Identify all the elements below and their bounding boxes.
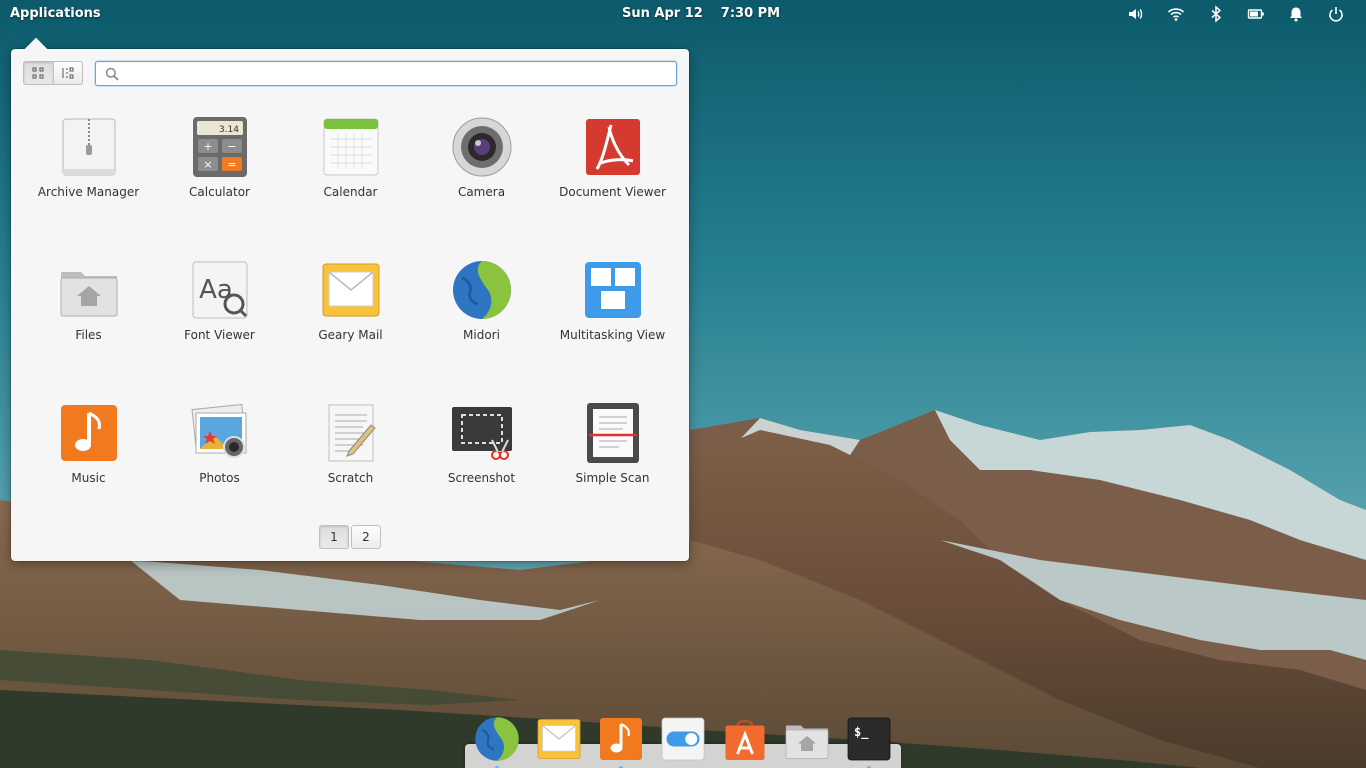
app-label: Scratch bbox=[327, 471, 374, 485]
calendar-icon bbox=[319, 115, 383, 179]
app-font-viewer[interactable]: Aa Font Viewer bbox=[154, 252, 285, 395]
grid-view-button[interactable] bbox=[24, 62, 53, 84]
app-label: Music bbox=[71, 471, 106, 485]
app-label: Archive Manager bbox=[37, 185, 140, 199]
svg-text:+: + bbox=[203, 140, 212, 153]
geary-mail-icon bbox=[319, 258, 383, 322]
dock: $_ bbox=[465, 711, 901, 768]
app-label: Midori bbox=[463, 328, 500, 342]
files-icon bbox=[785, 725, 829, 759]
page-2-button[interactable]: 2 bbox=[351, 525, 381, 549]
app-camera[interactable]: Camera bbox=[416, 109, 547, 252]
dock-item-files[interactable] bbox=[783, 715, 831, 763]
notifications-icon bbox=[1290, 7, 1302, 22]
appcenter-icon bbox=[725, 719, 765, 760]
app-label: Geary Mail bbox=[318, 328, 383, 342]
app-calendar[interactable]: Calendar bbox=[285, 109, 416, 252]
midori-icon bbox=[450, 258, 514, 322]
font-viewer-glyph: Aa bbox=[199, 275, 233, 305]
svg-text:−: − bbox=[227, 140, 236, 153]
app-scratch[interactable]: Scratch bbox=[285, 395, 416, 538]
app-multitasking-view[interactable]: Multitasking View bbox=[547, 252, 678, 395]
app-files[interactable]: Files bbox=[23, 252, 154, 395]
network-indicator[interactable] bbox=[1156, 4, 1196, 24]
calculator-display: 3.14 bbox=[218, 125, 238, 135]
top-panel: Applications Sun Apr 12 7:30 PM bbox=[0, 0, 1366, 28]
app-label: Calendar bbox=[323, 185, 378, 199]
archive-manager-icon bbox=[57, 115, 121, 179]
simple-scan-icon bbox=[581, 401, 645, 465]
volume-indicator[interactable] bbox=[1116, 4, 1156, 24]
power-icon bbox=[1329, 7, 1343, 22]
app-label: Photos bbox=[199, 471, 240, 485]
app-photos[interactable]: Photos bbox=[154, 395, 285, 538]
applications-menu: Archive Manager 3.14 + − × = Calculator Cale… bbox=[11, 37, 689, 561]
dock-item-music[interactable] bbox=[597, 715, 645, 768]
category-view-button[interactable] bbox=[52, 62, 82, 84]
clock-time: 7:30 PM bbox=[720, 6, 781, 21]
svg-text:×: × bbox=[203, 158, 212, 171]
applications-menu-button[interactable]: Applications bbox=[10, 6, 101, 21]
indicator-area bbox=[1116, 4, 1356, 24]
app-label: Files bbox=[75, 328, 102, 342]
bluetooth-indicator[interactable] bbox=[1196, 4, 1236, 24]
app-geary-mail[interactable]: Geary Mail bbox=[285, 252, 416, 395]
volume-icon bbox=[1129, 9, 1143, 19]
app-music[interactable]: Music bbox=[23, 395, 154, 538]
music-icon bbox=[57, 401, 121, 465]
dock-item-appcenter[interactable] bbox=[721, 715, 769, 763]
app-label: Document Viewer bbox=[559, 185, 666, 199]
app-simple-scan[interactable]: Simple Scan bbox=[547, 395, 678, 538]
grid-view-icon bbox=[32, 67, 44, 79]
camera-icon bbox=[450, 115, 514, 179]
photos-icon bbox=[188, 401, 252, 465]
document-viewer-icon bbox=[581, 115, 645, 179]
clock[interactable]: Sun Apr 12 7:30 PM bbox=[622, 6, 780, 21]
system-settings-icon bbox=[661, 717, 705, 761]
app-label: Camera bbox=[457, 185, 506, 199]
category-view-icon bbox=[62, 67, 74, 79]
search-input[interactable] bbox=[126, 64, 666, 83]
app-grid: Archive Manager 3.14 + − × = Calculator Cale… bbox=[23, 109, 678, 538]
app-label: Screenshot bbox=[447, 471, 516, 485]
app-document-viewer[interactable]: Document Viewer bbox=[547, 109, 678, 252]
power-indicator[interactable] bbox=[1236, 4, 1276, 24]
app-label: Multitasking View bbox=[559, 328, 666, 342]
app-label: Calculator bbox=[189, 185, 250, 199]
files-icon bbox=[57, 258, 121, 322]
search-field[interactable] bbox=[95, 61, 677, 86]
dock-items: $_ bbox=[473, 715, 893, 768]
scratch-icon bbox=[319, 401, 383, 465]
dock-item-terminal[interactable]: $_ bbox=[845, 715, 893, 768]
dock-item-midori[interactable] bbox=[473, 715, 521, 768]
page-1-button[interactable]: 1 bbox=[319, 525, 349, 549]
font-viewer-icon: Aa bbox=[188, 258, 252, 322]
calculator-icon: 3.14 + − × = bbox=[188, 115, 252, 179]
multitasking-view-icon bbox=[581, 258, 645, 322]
svg-text:=: = bbox=[227, 158, 236, 171]
music-icon bbox=[600, 718, 642, 760]
session-indicator[interactable] bbox=[1316, 4, 1356, 24]
app-screenshot[interactable]: Screenshot bbox=[416, 395, 547, 538]
app-midori[interactable]: Midori bbox=[416, 252, 547, 395]
terminal-prompt: $_ bbox=[854, 725, 869, 740]
terminal-icon: $_ bbox=[847, 717, 891, 761]
notifications-indicator[interactable] bbox=[1276, 4, 1316, 24]
wifi-icon bbox=[1167, 8, 1185, 21]
page-switcher: 1 2 bbox=[319, 525, 381, 549]
view-mode-switcher bbox=[23, 61, 83, 85]
bluetooth-icon bbox=[1211, 5, 1222, 23]
app-label: Font Viewer bbox=[184, 328, 255, 342]
dock-item-geary-mail[interactable] bbox=[535, 715, 583, 763]
geary-mail-icon bbox=[537, 719, 581, 759]
battery-icon bbox=[1247, 9, 1264, 19]
midori-icon bbox=[475, 717, 519, 761]
app-label: Simple Scan bbox=[575, 471, 650, 485]
app-calculator[interactable]: 3.14 + − × = Calculator bbox=[154, 109, 285, 252]
screenshot-icon bbox=[450, 401, 514, 465]
clock-date: Sun Apr 12 bbox=[622, 6, 703, 21]
app-archive-manager[interactable]: Archive Manager bbox=[23, 109, 154, 252]
dock-item-system-settings[interactable] bbox=[659, 715, 707, 763]
search-icon bbox=[105, 67, 119, 81]
